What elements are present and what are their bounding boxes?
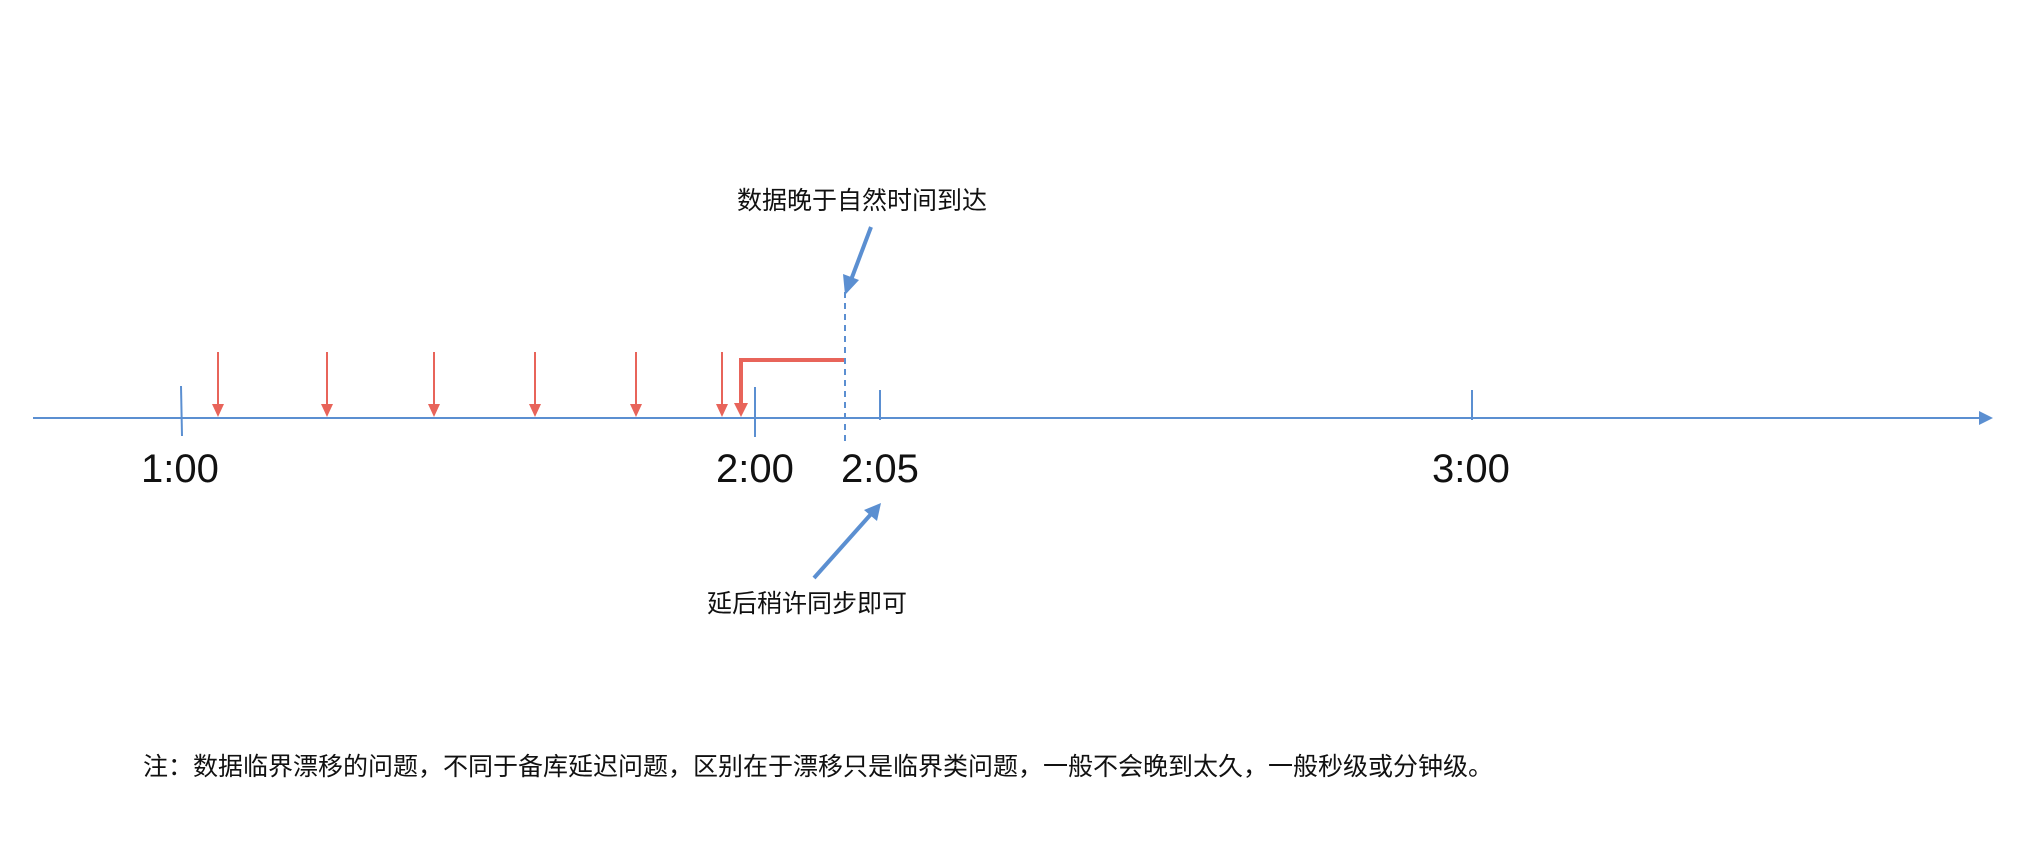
event-arrow [428,352,440,417]
event-arrow [630,352,642,417]
drifted-data-bracket [734,358,845,417]
event-arrow [716,352,728,417]
tick-label-2-00: 2:00 [716,447,794,491]
data-event-arrows [212,352,728,417]
delay-sync-pointer [812,503,881,580]
time-axis-arrowhead [1979,411,1993,425]
timeline-svg [33,226,1993,580]
tick-label-3-00: 3:00 [1432,447,1510,491]
event-arrow [321,352,333,417]
tick-label-1-00: 1:00 [141,447,219,491]
tick-mark-1-00 [180,385,183,437]
event-arrow [212,352,224,417]
event-arrow [529,352,541,417]
tick-label-2-05: 2:05 [841,447,919,491]
footnote: 注：数据临界漂移的问题，不同于备库延迟问题，区别在于漂移只是临界类问题，一般不会… [143,752,1494,781]
late-arrival-annotation: 数据晚于自然时间到达 [737,186,988,215]
late-arrival-pointer [843,226,873,295]
delay-sync-annotation: 延后稍许同步即可 [707,589,908,618]
timeline-diagram: 1:00 2:00 2:05 3:00 数据晚于自然时间到达 延后稍许同步即可 … [0,0,2020,868]
